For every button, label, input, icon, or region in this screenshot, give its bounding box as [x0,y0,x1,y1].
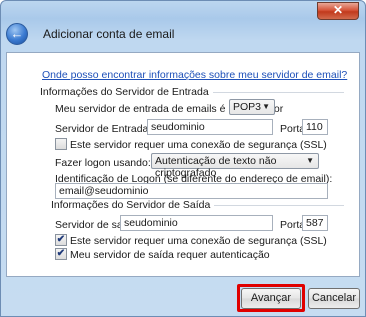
back-arrow-icon: ← [10,26,24,41]
chevron-down-icon: ▼ [262,102,270,111]
outgoing-auth-label: Meu servidor de saída requer autenticaçã… [70,249,270,261]
dialog-title: Adicionar conta de email [43,27,175,41]
incoming-server-input[interactable]: seudominio [147,119,273,135]
logon-method-label: Fazer logon usando: [55,157,151,169]
chevron-down-icon: ▼ [306,156,314,165]
incoming-heading: Informações do Servidor de Entrada [40,86,213,98]
outgoing-server-input[interactable]: seudominio [120,215,273,231]
back-button[interactable]: ← [6,23,28,45]
next-button[interactable]: Avançar [241,288,301,309]
outgoing-ssl-label: Este servidor requer uma conexão de segu… [70,235,327,247]
server-type-value: POP3 [233,101,262,113]
check-icon: ✔ [56,248,66,259]
close-button[interactable]: ✕ [317,2,359,20]
outgoing-ssl-checkbox[interactable]: ✔ [55,234,67,246]
outgoing-auth-checkbox[interactable]: ✔ [55,248,67,260]
incoming-ssl-checkbox[interactable] [55,138,67,150]
server-type-select[interactable]: POP3 ▼ [229,99,275,115]
close-icon: ✕ [332,3,344,17]
outgoing-heading: Informações do Servidor de Saída [51,199,215,211]
incoming-ssl-label: Este servidor requer uma conexão de segu… [70,139,327,151]
help-link[interactable]: Onde posso encontrar informações sobre m… [42,69,347,81]
cancel-button[interactable]: Cancelar [308,288,360,309]
incoming-port-input[interactable]: 110 [302,119,328,135]
logon-method-select[interactable]: Autenticação de texto não criptografado … [151,153,319,179]
login-id-input[interactable]: email@seudominio [55,183,328,199]
incoming-server-label: Servidor de Entrada: [55,123,152,135]
outgoing-port-input[interactable]: 587 [302,215,328,231]
check-icon: ✔ [56,234,66,245]
